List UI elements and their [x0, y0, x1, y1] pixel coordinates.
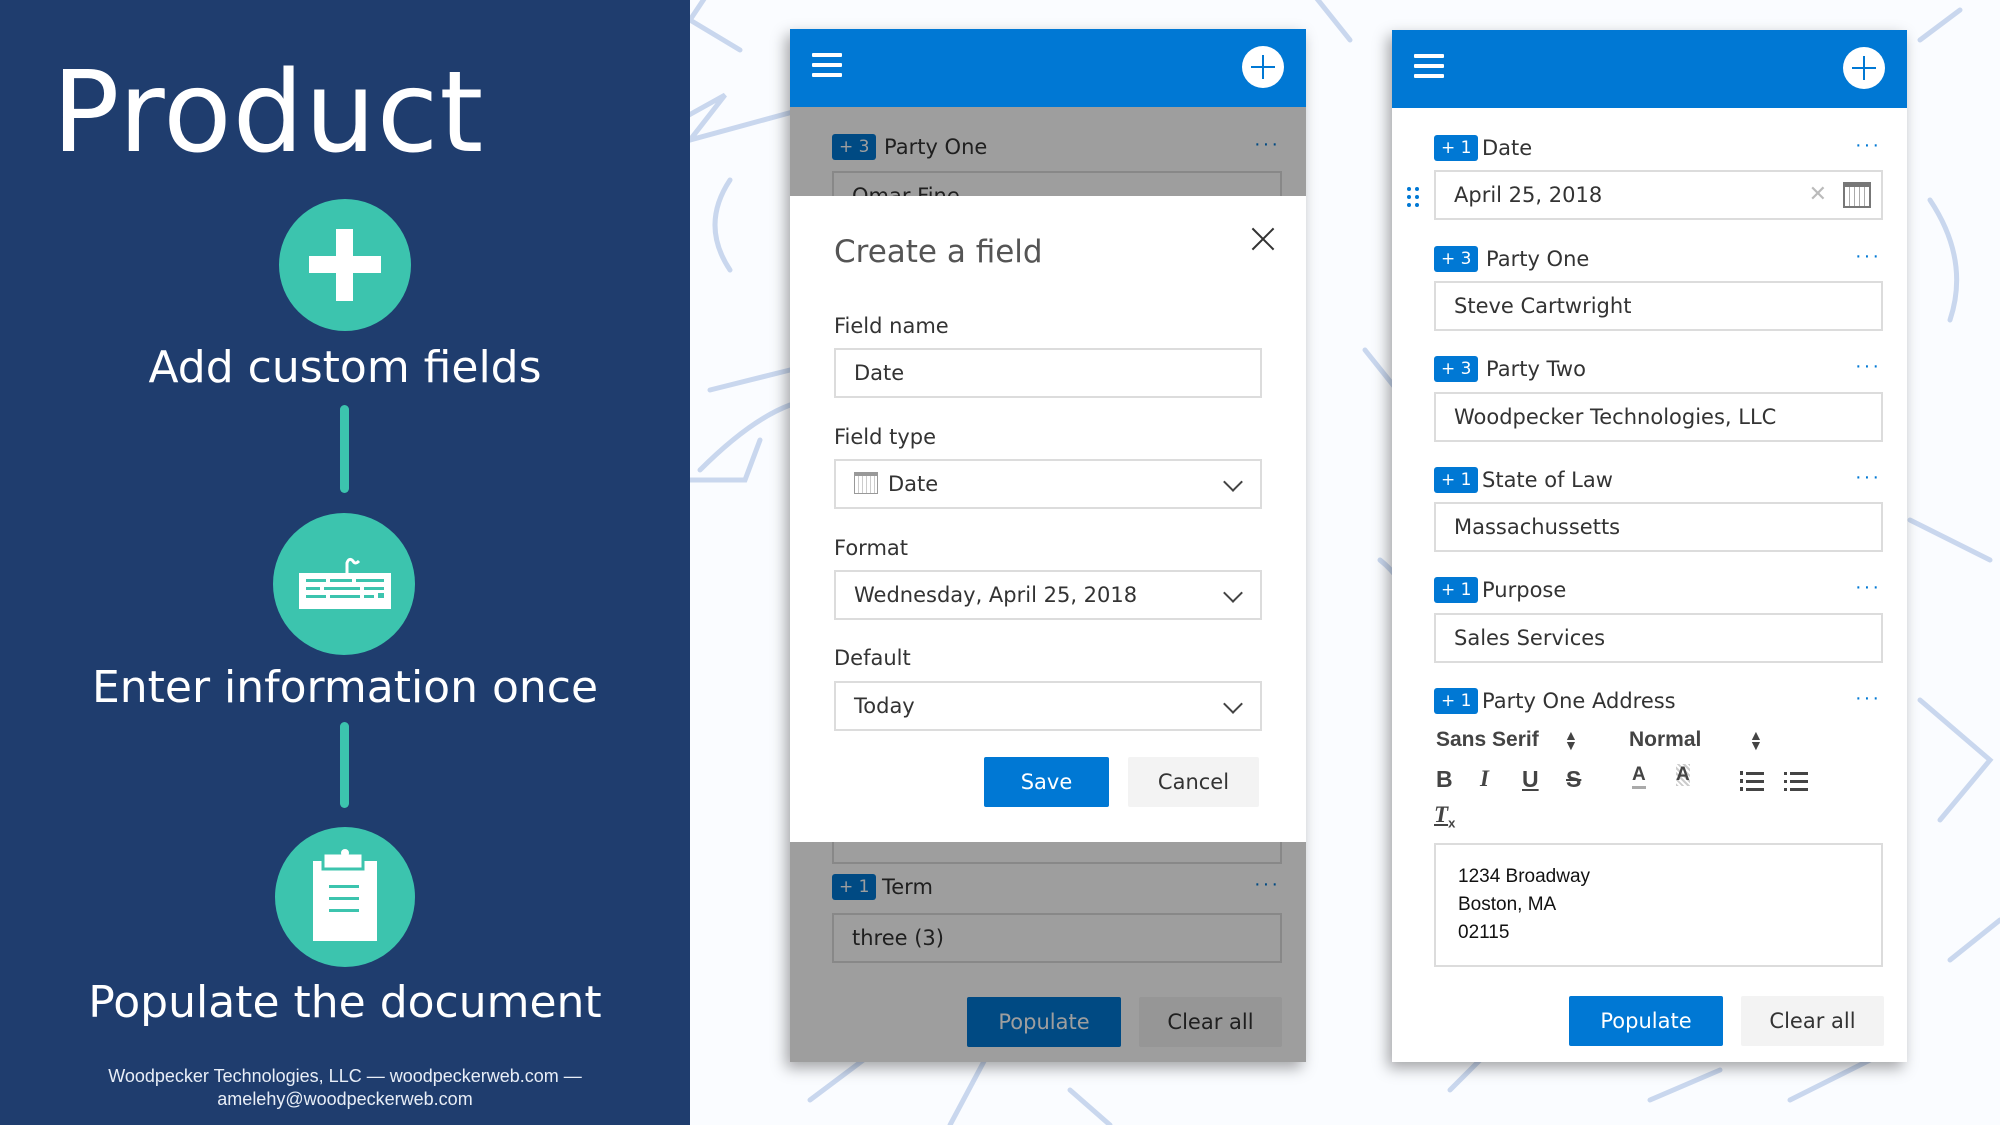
- step-1-circle: [279, 199, 411, 331]
- italic-icon[interactable]: I: [1480, 766, 1489, 792]
- bullet-list-icon[interactable]: [1784, 770, 1808, 797]
- chevron-down-icon: [1223, 583, 1243, 603]
- menu-icon[interactable]: [812, 53, 842, 79]
- background-color-icon[interactable]: A: [1676, 764, 1690, 786]
- step-1-label: Add custom fields: [148, 342, 542, 393]
- footer-line-2: amelehy@woodpeckerweb.com: [217, 1089, 473, 1109]
- field-label: Party Two: [1486, 357, 1586, 381]
- cancel-button[interactable]: Cancel: [1128, 757, 1259, 807]
- menu-icon[interactable]: [1414, 54, 1444, 80]
- clear-all-button[interactable]: Clear all: [1741, 996, 1884, 1046]
- usage-badge[interactable]: + 1: [1434, 688, 1479, 714]
- usage-badge[interactable]: + 1: [1434, 467, 1479, 493]
- more-options-icon[interactable]: ···: [1855, 246, 1881, 266]
- ordered-list-icon[interactable]: [1740, 770, 1764, 797]
- step-2-circle: [273, 513, 415, 655]
- footer-contact: Woodpecker Technologies, LLC — woodpecke…: [0, 1065, 690, 1111]
- address-line: Boston, MA: [1458, 894, 1557, 915]
- field-label: Party One Address: [1482, 689, 1676, 713]
- chevron-down-icon: [1223, 694, 1243, 714]
- address-editor[interactable]: 1234 Broadway Boston, MA 02115: [1434, 843, 1883, 967]
- clipboard-icon: [313, 849, 377, 941]
- purpose-input[interactable]: Sales Services: [1434, 613, 1883, 663]
- field-name-input[interactable]: Date: [834, 348, 1262, 398]
- address-line: 02115: [1458, 922, 1510, 943]
- format-select[interactable]: Wednesday, April 25, 2018: [834, 570, 1262, 620]
- plus-icon: [309, 229, 381, 301]
- font-size-select[interactable]: Normal ▲ ▼: [1629, 728, 1763, 756]
- usage-badge[interactable]: + 3: [1434, 356, 1479, 382]
- app-header: [1392, 30, 1907, 108]
- field-label: Date: [1482, 136, 1533, 160]
- slide-sidebar: Product Add custom fields Enter informat…: [0, 0, 690, 1125]
- field-header-date: + 1 Date ···: [1434, 135, 1883, 165]
- keyboard-icon: [299, 557, 391, 609]
- field-type-value: Date: [888, 472, 939, 496]
- usage-badge[interactable]: + 1: [1434, 135, 1479, 161]
- usage-badge[interactable]: + 3: [1434, 246, 1479, 272]
- party-one-input[interactable]: Steve Cartwright: [1434, 281, 1883, 331]
- add-field-button[interactable]: [1843, 47, 1885, 89]
- field-header-party-one-address: + 1 Party One Address ···: [1434, 688, 1883, 718]
- field-type-select[interactable]: Date: [834, 459, 1262, 509]
- font-family-value: Sans Serif: [1436, 728, 1539, 751]
- save-button[interactable]: Save: [984, 757, 1109, 807]
- slide-title: Product: [52, 48, 485, 178]
- address-line: 1234 Broadway: [1458, 866, 1591, 887]
- more-options-icon[interactable]: ···: [1855, 688, 1881, 708]
- dialog-title: Create a field: [834, 234, 1043, 270]
- more-options-icon[interactable]: ···: [1855, 135, 1881, 155]
- default-value: Today: [854, 694, 915, 718]
- strikethrough-icon[interactable]: S: [1566, 766, 1581, 793]
- font-size-value: Normal: [1629, 728, 1702, 751]
- bold-icon[interactable]: B: [1436, 766, 1453, 793]
- field-header-state-of-law: + 1 State of Law ···: [1434, 467, 1883, 497]
- footer-line-1: Woodpecker Technologies, LLC — woodpecke…: [108, 1066, 582, 1086]
- clear-icon[interactable]: ✕: [1809, 172, 1827, 218]
- select-arrows-icon: ▲ ▼: [1564, 727, 1578, 753]
- text-color-icon[interactable]: A: [1632, 764, 1646, 789]
- field-label: Party One: [1486, 247, 1590, 271]
- field-label: State of Law: [1482, 468, 1613, 492]
- date-input[interactable]: April 25, 2018 ✕: [1434, 170, 1883, 220]
- field-header-party-one: + 3 Party One ···: [1434, 246, 1883, 276]
- more-options-icon[interactable]: ···: [1855, 577, 1881, 597]
- format-value: Wednesday, April 25, 2018: [854, 583, 1138, 607]
- underline-icon[interactable]: U: [1522, 766, 1539, 793]
- usage-badge[interactable]: + 1: [1434, 577, 1479, 603]
- step-3-circle: [275, 827, 415, 967]
- drag-handle-icon[interactable]: [1406, 186, 1420, 207]
- close-icon[interactable]: [1250, 226, 1276, 252]
- calendar-icon[interactable]: [1843, 182, 1871, 208]
- field-name-label: Field name: [834, 314, 949, 338]
- step-2-label: Enter information once: [91, 662, 599, 713]
- step-3-label: Populate the document: [88, 977, 602, 1028]
- calendar-icon: [854, 472, 878, 494]
- default-select[interactable]: Today: [834, 681, 1262, 731]
- connector-line: [340, 405, 349, 493]
- font-family-select[interactable]: Sans Serif ▲ ▼: [1436, 728, 1586, 756]
- field-header-party-two: + 3 Party Two ···: [1434, 356, 1883, 386]
- app-panel-create-field: + 3 Party One ··· Omar Fine + 1 Term ···…: [790, 29, 1306, 1062]
- app-panel-fields: + 1 Date ··· April 25, 2018 ✕ + 3 Party …: [1392, 30, 1907, 1062]
- default-label: Default: [834, 646, 911, 670]
- connector-line: [340, 722, 349, 808]
- format-label: Format: [834, 536, 909, 560]
- date-value: April 25, 2018: [1454, 183, 1603, 207]
- field-header-purpose: + 1 Purpose ···: [1434, 577, 1883, 607]
- chevron-down-icon: [1223, 472, 1243, 492]
- state-of-law-input[interactable]: Massachussetts: [1434, 502, 1883, 552]
- add-field-button[interactable]: [1242, 46, 1284, 88]
- field-label: Purpose: [1482, 578, 1567, 602]
- select-arrows-icon: ▲ ▼: [1749, 727, 1763, 753]
- app-header: [790, 29, 1306, 107]
- field-type-label: Field type: [834, 425, 937, 449]
- create-field-dialog: Create a field Field name Date Field typ…: [790, 196, 1306, 842]
- party-two-input[interactable]: Woodpecker Technologies, LLC: [1434, 392, 1883, 442]
- more-options-icon[interactable]: ···: [1855, 467, 1881, 487]
- clear-formatting-icon[interactable]: Tx: [1434, 802, 1455, 831]
- more-options-icon[interactable]: ···: [1855, 356, 1881, 376]
- populate-button[interactable]: Populate: [1569, 996, 1723, 1046]
